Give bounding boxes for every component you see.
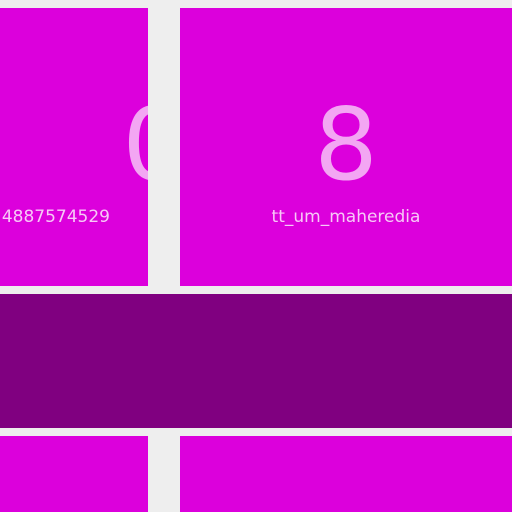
account-tile[interactable] (0, 436, 148, 512)
tile-count: 8 (314, 86, 378, 203)
account-tile[interactable]: 8 tt_um_maheredia (180, 8, 512, 286)
tile-username: 4887574529 (1, 207, 110, 227)
tile-grid: 0 4887574529 8 tt_um_maheredia (0, 0, 512, 512)
tile-count: 0 (122, 86, 148, 204)
account-tile[interactable] (180, 436, 512, 512)
account-tile[interactable]: 0 4887574529 (0, 8, 148, 286)
tile-username: tt_um_maheredia (271, 207, 421, 227)
highlight-band (0, 294, 512, 428)
